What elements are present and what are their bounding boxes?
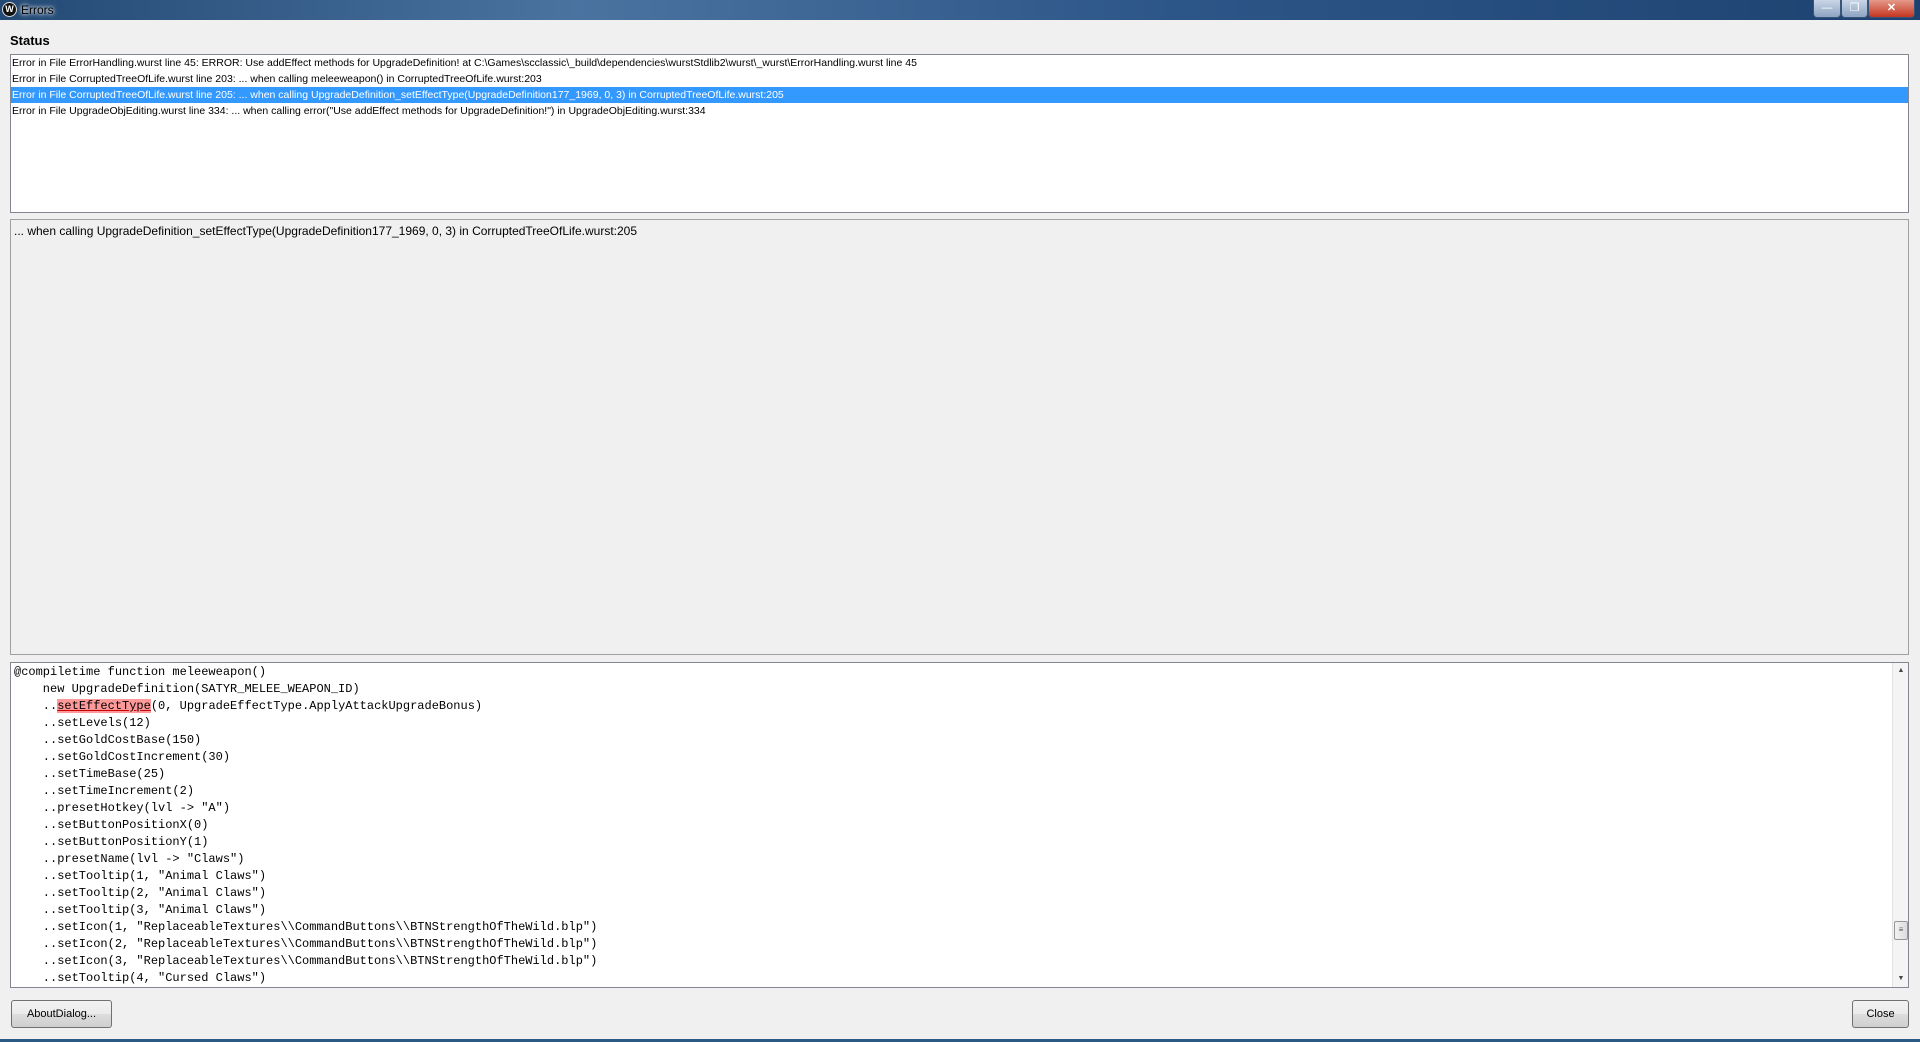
scroll-up-icon[interactable]: ▲ xyxy=(1893,663,1908,679)
scroll-down-icon[interactable]: ▼ xyxy=(1893,971,1908,987)
about-dialog-button[interactable]: AboutDialog... xyxy=(11,1000,112,1028)
title-bar[interactable]: W Errors — ❐ ✕ xyxy=(0,0,1920,20)
code-lines: ..setLevels(12) ..setGoldCostBase(150) .… xyxy=(42,716,598,985)
error-detail-text: ... when calling UpgradeDefinition_setEf… xyxy=(14,224,638,238)
error-list-item[interactable]: Error in File CorruptedTreeOfLife.wurst … xyxy=(11,71,1908,87)
code-view[interactable]: @compiletime function meleeweapon() new … xyxy=(10,662,1909,988)
code-text: @compiletime function meleeweapon() new … xyxy=(14,664,597,987)
error-list-item[interactable]: Error in File ErrorHandling.wurst line 4… xyxy=(11,55,1908,71)
scroll-thumb[interactable]: ≡ xyxy=(1894,921,1908,940)
error-list[interactable]: Error in File ErrorHandling.wurst line 4… xyxy=(10,54,1909,213)
error-list-item-selected[interactable]: Error in File CorruptedTreeOfLife.wurst … xyxy=(11,87,1908,103)
vertical-scrollbar[interactable]: ▲ ≡ ▼ xyxy=(1892,663,1908,987)
error-highlight: setEffectType xyxy=(57,699,151,713)
code-line: .. xyxy=(14,699,58,713)
close-button[interactable]: Close xyxy=(1852,1000,1909,1028)
error-list-item[interactable]: Error in File UpgradeObjEditing.wurst li… xyxy=(11,103,1908,119)
status-label: Status xyxy=(10,33,50,48)
maximize-button[interactable]: ❐ xyxy=(1841,0,1868,18)
error-detail-panel: ... when calling UpgradeDefinition_setEf… xyxy=(10,219,1909,655)
code-line: (0, UpgradeEffectType.ApplyAttackUpgrade… xyxy=(150,699,483,713)
window-title: Errors xyxy=(21,3,54,17)
close-window-button[interactable]: ✕ xyxy=(1868,0,1915,18)
code-line: new UpgradeDefinition(SATYR_MELEE_WEAPON… xyxy=(14,682,360,696)
code-line: @compiletime function meleeweapon() xyxy=(14,665,267,679)
minimize-button[interactable]: — xyxy=(1813,0,1841,18)
app-logo-icon: W xyxy=(2,2,17,17)
